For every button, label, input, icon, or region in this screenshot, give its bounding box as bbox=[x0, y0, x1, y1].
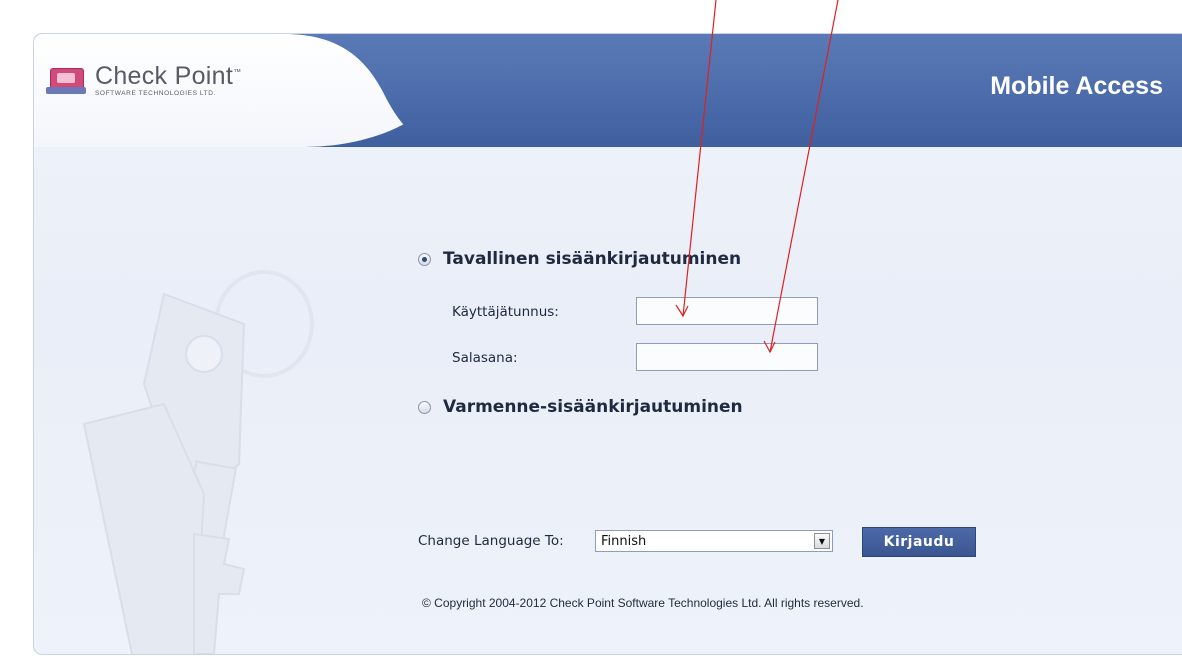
username-input[interactable] bbox=[636, 297, 818, 325]
login-button[interactable]: Kirjaudu bbox=[862, 527, 976, 557]
dropdown-arrow-icon[interactable]: ▼ bbox=[814, 533, 830, 549]
username-label: Käyttäjätunnus: bbox=[452, 304, 559, 320]
standard-login-label: Tavallinen sisäänkirjautuminen bbox=[443, 249, 742, 269]
password-input[interactable] bbox=[636, 343, 818, 371]
password-label: Salasana: bbox=[452, 350, 518, 366]
brand-name: Check Point bbox=[95, 62, 234, 90]
certificate-login-option[interactable]: Varmenne-sisäänkirjautuminen bbox=[418, 397, 743, 417]
brand-trademark: ™ bbox=[233, 67, 242, 77]
product-title: Mobile Access bbox=[990, 72, 1163, 100]
certificate-login-radio[interactable] bbox=[418, 400, 431, 414]
certificate-login-label: Varmenne-sisäänkirjautuminen bbox=[443, 397, 743, 417]
computer-logo-icon bbox=[46, 67, 86, 95]
change-language-label: Change Language To: bbox=[418, 533, 564, 549]
brand-tagline: SOFTWARE TECHNOLOGIES LTD. bbox=[95, 90, 216, 97]
login-panel: Check Point™ SOFTWARE TECHNOLOGIES LTD. … bbox=[33, 33, 1182, 655]
check-point-logo: Check Point™ SOFTWARE TECHNOLOGIES LTD. bbox=[46, 64, 241, 98]
standard-login-option[interactable]: Tavallinen sisäänkirjautuminen bbox=[418, 249, 741, 269]
keys-watermark-icon bbox=[82, 270, 314, 654]
language-selected-value: Finnish bbox=[601, 533, 647, 549]
standard-login-radio[interactable] bbox=[418, 252, 431, 266]
copyright-text: © Copyright 2004-2012 Check Point Softwa… bbox=[422, 596, 864, 610]
language-select[interactable]: Finnish ▼ bbox=[595, 530, 833, 552]
